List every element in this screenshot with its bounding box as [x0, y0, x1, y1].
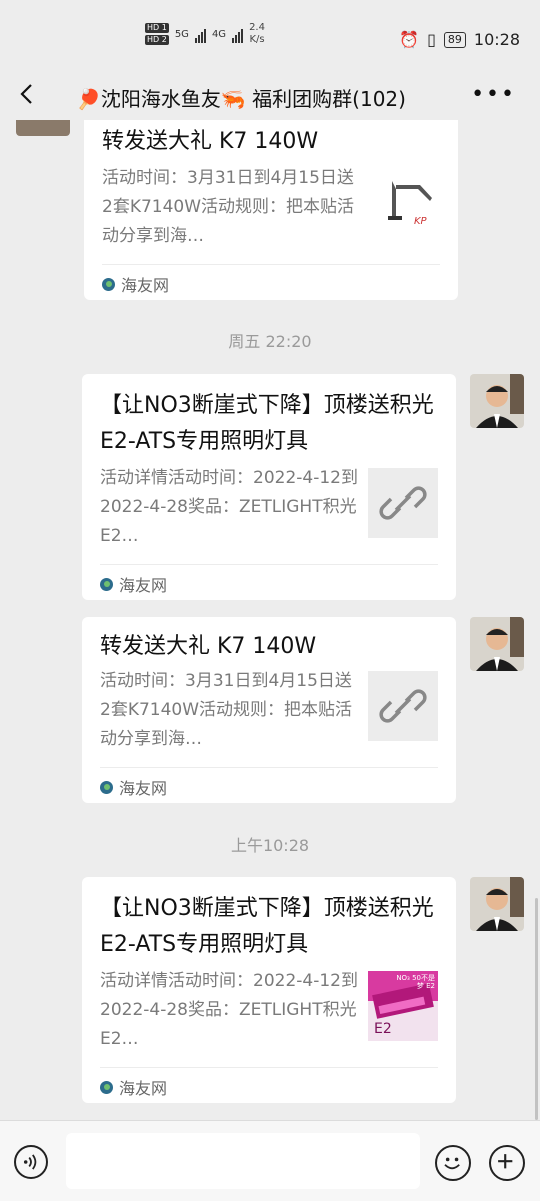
card-description: 活动时间：3月31日到4月15日送2套K7140W活动规则：把本贴活动分享到海… [102, 168, 355, 246]
avatar-photo [470, 877, 524, 931]
speed-unit: K/s [249, 34, 265, 45]
avatar-photo [470, 374, 524, 428]
card-description: 活动详情活动时间：2022-4-12到2022-4-28奖品：ZETLIGHT积… [100, 971, 358, 1049]
avatar[interactable] [470, 374, 524, 428]
message-input[interactable] [66, 1133, 420, 1189]
avatar-photo [470, 617, 524, 671]
alarm-icon: ⏰ [399, 30, 420, 49]
chat-header: 🏓沈阳海水鱼友🦐 福利团购群(102) ••• [0, 72, 540, 120]
svg-text:KP: KP [414, 216, 428, 227]
card-title: 【让NO3断崖式下降】顶楼送积光E2-ATS专用照明灯具 [100, 896, 434, 957]
product-thumbnail: E2 NO₃ 50不是梦 E2 [368, 971, 438, 1041]
network-5g-label: 5G [174, 28, 189, 40]
network-speed: 2.4 K/s [249, 22, 265, 46]
input-bar [0, 1120, 540, 1201]
avatar[interactable] [470, 617, 524, 671]
card-source: 海友网 [100, 775, 167, 799]
emoji-icon[interactable] [435, 1145, 471, 1181]
speed-value: 2.4 [249, 22, 265, 33]
timestamp: 上午10:28 [230, 836, 310, 855]
source-name: 海友网 [119, 576, 168, 595]
card-title: 转发送大礼 K7 140W [102, 129, 319, 154]
card-source: 海友网 [100, 1075, 167, 1099]
lamp-thumbnail: KP [380, 176, 440, 236]
link-thumbnail [368, 671, 438, 741]
hd-indicator: HD 1 HD 2 [145, 23, 169, 45]
link-card[interactable]: 【让NO3断崖式下降】顶楼送积光E2-ATS专用照明灯具 活动详情活动时间：20… [82, 877, 456, 1103]
back-arrow-icon[interactable] [16, 82, 40, 106]
haiyou-logo-icon [100, 1080, 113, 1094]
network-4g-label: 4G [211, 28, 227, 40]
more-dots-icon[interactable]: ••• [471, 82, 516, 107]
hd-top-label: HD 1 [145, 23, 169, 33]
signal-icon [194, 25, 206, 43]
card-divider [100, 1067, 438, 1068]
status-bar: HD 1 HD 2 5G 4G 2.4 K/s ⏰ ▯ 89 10:28 [0, 0, 540, 72]
signal-icon-2 [232, 25, 244, 43]
card-divider [100, 564, 438, 565]
avatar[interactable] [470, 877, 524, 931]
haiyou-logo-icon [100, 577, 113, 591]
link-card[interactable]: 转发送大礼 K7 140W 活动时间：3月31日到4月15日送2套K7140W活… [82, 617, 456, 803]
link-card[interactable]: 【让NO3断崖式下降】顶楼送积光E2-ATS专用照明灯具 活动详情活动时间：20… [82, 374, 456, 600]
source-name: 海友网 [119, 779, 168, 798]
network-indicators: HD 1 HD 2 5G 4G 2.4 K/s [145, 22, 265, 46]
card-source: 海友网 [102, 272, 169, 296]
avatar[interactable] [16, 120, 70, 136]
card-divider [100, 767, 438, 768]
source-name: 海友网 [121, 276, 170, 295]
link-card[interactable]: 转发送大礼 K7 140W 活动时间：3月31日到4月15日送2套K7140W活… [84, 120, 458, 300]
card-divider [102, 264, 440, 265]
card-title: 转发送大礼 K7 140W [100, 634, 317, 659]
vibrate-icon: ▯ [427, 30, 436, 49]
link-thumbnail [368, 468, 438, 538]
battery-indicator: 89 [443, 31, 466, 48]
system-indicators: ⏰ ▯ 89 10:28 [399, 30, 520, 49]
svg-text:E2: E2 [374, 1021, 392, 1037]
card-source: 海友网 [100, 572, 167, 596]
plus-icon[interactable] [489, 1145, 525, 1181]
card-title: 【让NO3断崖式下降】顶楼送积光E2-ATS专用照明灯具 [100, 393, 434, 454]
link-icon [379, 486, 427, 520]
product-thumbnail-text: NO₃ 50不是梦 E2 [396, 974, 435, 990]
scrollbar[interactable] [535, 898, 538, 1120]
card-description: 活动时间：3月31日到4月15日送2套K7140W活动规则：把本贴活动分享到海… [100, 671, 353, 749]
chat-title: 🏓沈阳海水鱼友🦐 福利团购群(102) [76, 87, 406, 111]
haiyou-logo-icon [102, 277, 115, 291]
hd-bottom-label: HD 2 [145, 35, 169, 45]
timestamp: 周五 22:20 [228, 332, 312, 351]
card-description: 活动详情活动时间：2022-4-12到2022-4-28奖品：ZETLIGHT积… [100, 468, 358, 546]
source-name: 海友网 [119, 1079, 168, 1098]
voice-icon[interactable] [14, 1145, 48, 1179]
haiyou-logo-icon [100, 780, 113, 794]
clock: 10:28 [473, 30, 520, 49]
link-icon [379, 689, 427, 723]
